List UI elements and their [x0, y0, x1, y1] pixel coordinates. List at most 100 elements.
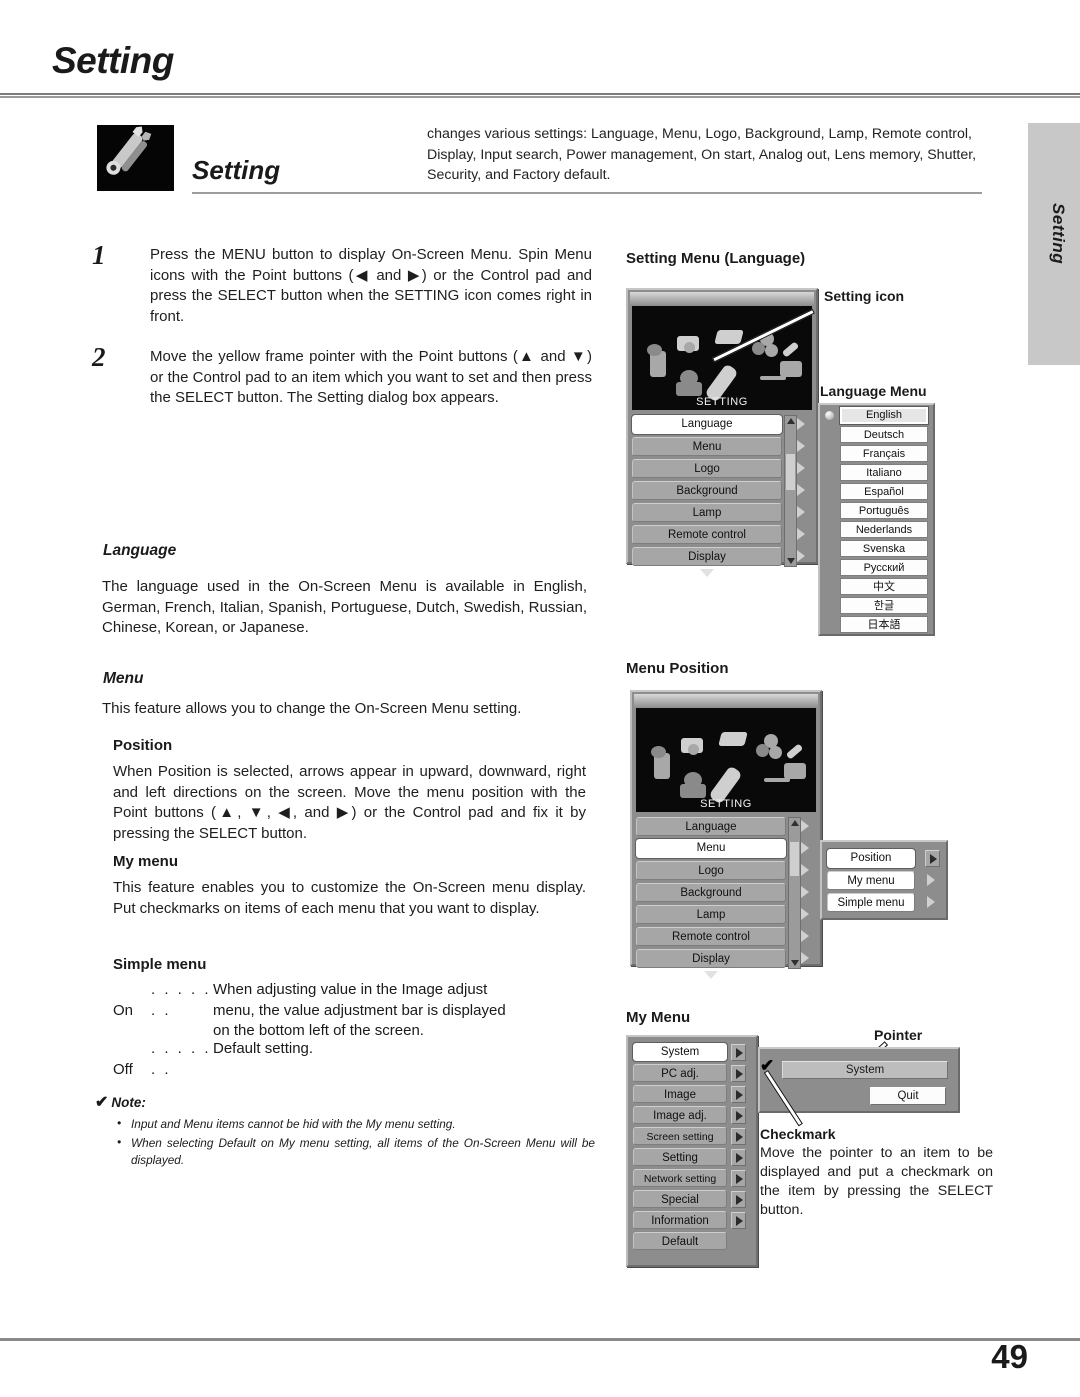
osd-menu-list: Language Menu Logo Background Lamp Remot… [631, 414, 812, 577]
subsection-heading-my-menu: My menu [113, 853, 179, 870]
note-heading: ✔ Note: [95, 1092, 595, 1112]
language-option-deutsch[interactable]: Deutsch [840, 426, 928, 443]
osd-menu-item-menu[interactable]: Menu [632, 437, 782, 456]
osd-menu-item-menu[interactable]: Menu [635, 838, 787, 859]
figure-caption-setting-menu-language: Setting Menu (Language) [626, 250, 806, 267]
chevron-right-icon[interactable] [925, 850, 940, 867]
chevron-right-icon[interactable] [801, 864, 809, 876]
language-option-english[interactable]: English [839, 406, 929, 425]
step-1: 1 Press the MENU button to display On-Sc… [92, 240, 592, 327]
chevron-right-icon[interactable] [797, 506, 805, 518]
osd-menu-item-background[interactable]: Background [636, 883, 786, 902]
osd-menu-item-remote-control[interactable]: Remote control [636, 927, 786, 946]
osd-menu-item-background[interactable]: Background [632, 481, 782, 500]
chevron-right-icon[interactable] [797, 440, 805, 452]
callout-language-menu: Language Menu [820, 383, 927, 399]
callout-setting-icon: Setting icon [824, 288, 905, 304]
my-menu-item-default[interactable]: Default [633, 1232, 727, 1250]
submenu-item-position[interactable]: Position [826, 848, 916, 869]
chevron-right-icon[interactable] [801, 930, 809, 942]
osd-menu-item-display[interactable]: Display [632, 547, 782, 566]
chevron-right-icon[interactable] [731, 1212, 746, 1229]
chevron-right-icon[interactable] [801, 908, 809, 920]
chevron-right-icon[interactable] [731, 1128, 746, 1145]
callout-checkmark: Checkmark [760, 1126, 836, 1142]
subsection-body-position: When Position is selected, arrows appear… [113, 763, 586, 842]
osd-menu-item-lamp[interactable]: Lamp [632, 503, 782, 522]
chevron-right-icon[interactable] [731, 1191, 746, 1208]
step-text: Press the MENU button to display On-Scre… [150, 246, 592, 325]
my-menu-item-pc-adj[interactable]: PC adj. [633, 1064, 727, 1082]
submenu-row: Position [826, 848, 941, 869]
my-menu-row: Screen setting [633, 1127, 751, 1145]
chevron-right-icon[interactable] [731, 1149, 746, 1166]
my-menu-item-system[interactable]: System [632, 1042, 728, 1062]
osd-scrollbar[interactable] [784, 415, 797, 567]
laptop-icon [714, 330, 744, 344]
chevron-right-icon[interactable] [927, 874, 935, 886]
osd-menu-item-language[interactable]: Language [636, 817, 786, 836]
simple-menu-off-row: Off . . . . . . .Default setting. [113, 1039, 583, 1080]
osd-menu-item-remote-control[interactable]: Remote control [632, 525, 782, 544]
scroll-down-icon[interactable] [791, 960, 799, 966]
selection-dot-icon [825, 411, 834, 420]
image-sphere-icon [765, 344, 778, 357]
section-body-language: The language used in the On-Screen Menu … [102, 578, 587, 636]
chevron-right-icon[interactable] [731, 1044, 746, 1061]
my-menu-item-image-adj[interactable]: Image adj. [633, 1106, 727, 1124]
note-block: ✔Note: Input and Menu items cannot be hi… [95, 1092, 595, 1171]
language-option-chinese[interactable]: 中文 [840, 578, 928, 595]
my-menu-item-network-setting[interactable]: Network setting [633, 1169, 727, 1187]
submenu-item-simple-menu[interactable]: Simple menu [827, 893, 915, 912]
chevron-right-icon[interactable] [797, 528, 805, 540]
language-option-italiano[interactable]: Italiano [840, 464, 928, 481]
chevron-right-icon[interactable] [927, 896, 935, 908]
chevron-right-icon[interactable] [731, 1107, 746, 1124]
chevron-right-icon[interactable] [731, 1170, 746, 1187]
side-tab-label: Setting [1049, 203, 1068, 265]
chevron-right-icon[interactable] [801, 842, 809, 854]
dialog-item-system[interactable]: System [782, 1061, 948, 1079]
dialog-quit-button[interactable]: Quit [870, 1087, 946, 1105]
osd-menu-item-language[interactable]: Language [631, 414, 783, 435]
header-divider [0, 93, 1080, 98]
language-option-nederlands[interactable]: Nederlands [840, 521, 928, 538]
note-list: Input and Menu items cannot be hid with … [117, 1115, 595, 1169]
chevron-right-icon[interactable] [797, 462, 805, 474]
chevron-right-icon[interactable] [731, 1065, 746, 1082]
submenu-item-my-menu[interactable]: My menu [827, 871, 915, 890]
my-menu-item-screen-setting[interactable]: Screen setting [633, 1127, 727, 1145]
osd-menu-item-logo[interactable]: Logo [636, 861, 786, 880]
scrollbar-thumb[interactable] [790, 842, 799, 876]
image-sphere-icon [756, 744, 769, 757]
chevron-right-icon[interactable] [797, 418, 805, 430]
chevron-right-icon[interactable] [801, 952, 809, 964]
osd-menu-item-logo[interactable]: Logo [632, 459, 782, 478]
subsection-heading-simple-menu: Simple menu [113, 956, 207, 973]
scroll-down-icon[interactable] [787, 558, 795, 564]
language-option-francais[interactable]: Français [840, 445, 928, 462]
chevron-right-icon[interactable] [801, 820, 809, 832]
chevron-right-icon[interactable] [731, 1086, 746, 1103]
chevron-right-icon[interactable] [801, 886, 809, 898]
chevron-right-icon[interactable] [797, 550, 805, 562]
language-option-svenska[interactable]: Svenska [840, 540, 928, 557]
my-menu-item-setting[interactable]: Setting [633, 1148, 727, 1166]
language-option-japanese[interactable]: 日本語 [840, 616, 928, 633]
my-menu-item-information[interactable]: Information [633, 1211, 727, 1229]
osd-scrollbar[interactable] [788, 817, 801, 969]
scrollbar-thumb[interactable] [786, 454, 795, 490]
simple-menu-on-desc: When adjusting value in the Image adjust… [213, 981, 506, 1039]
language-option-russian[interactable]: Русский [840, 559, 928, 576]
language-option-korean[interactable]: 한글 [840, 597, 928, 614]
language-option-espanol[interactable]: Español [840, 483, 928, 500]
osd-menu-item-display[interactable]: Display [636, 949, 786, 968]
chevron-right-icon[interactable] [797, 484, 805, 496]
language-option-portugues[interactable]: Português [840, 502, 928, 519]
my-menu-item-image[interactable]: Image [633, 1085, 727, 1103]
osd-titlebar [634, 694, 818, 708]
my-menu-item-special[interactable]: Special [633, 1190, 727, 1208]
osd-menu-item-lamp[interactable]: Lamp [636, 905, 786, 924]
scroll-up-icon[interactable] [787, 418, 795, 424]
scroll-up-icon[interactable] [791, 820, 799, 826]
